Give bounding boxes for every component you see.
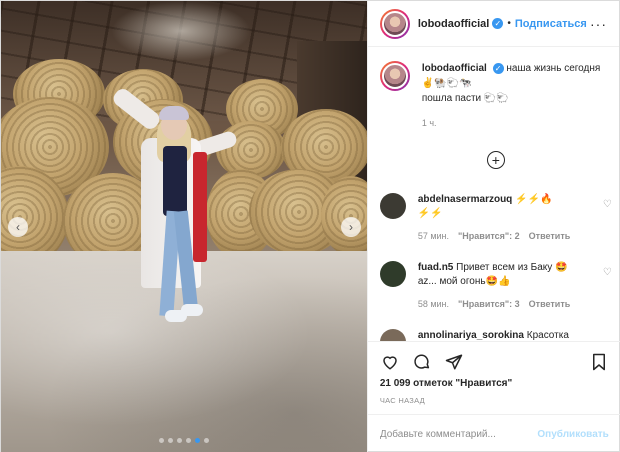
carousel-dot (176, 438, 182, 443)
comment-avatar[interactable] (379, 193, 406, 219)
comment-text: Красотка (526, 330, 569, 341)
separator-dot: • (507, 18, 511, 29)
comment-item: annolinariya_sorokina Красотка (379, 329, 612, 341)
comment-username[interactable]: fuad.n5 (418, 262, 454, 273)
header-username[interactable]: lobodaofficial (418, 18, 490, 30)
carousel-dot (203, 438, 209, 443)
reply-button[interactable]: Ответить (529, 229, 571, 243)
add-comment-bar: Опубликовать (367, 414, 620, 452)
comment-text: Привет всем из Баку 🤩 (456, 262, 568, 273)
instagram-post: ‹ › lobodaofficial ✓ • Подписаться ··· l… (0, 0, 620, 452)
reply-button[interactable]: Ответить (529, 297, 571, 311)
caption-emoji-2: 🐑🐑 (483, 93, 509, 104)
comment-input[interactable] (379, 428, 538, 440)
action-bar (367, 341, 620, 381)
caption-timestamp: 1 ч. (421, 118, 437, 128)
carousel-dot (167, 438, 173, 443)
bookmark-icon[interactable] (589, 352, 609, 372)
comment-text: ⚡⚡🔥 (515, 194, 553, 205)
carousel-dots (1, 438, 367, 443)
post-photo[interactable]: ‹ › (1, 1, 367, 452)
comment-likes[interactable]: "Нравится": 3 (458, 297, 520, 311)
carousel-dot (158, 438, 164, 443)
comment-avatar[interactable] (379, 329, 406, 341)
chevron-right-icon[interactable]: › (341, 217, 361, 237)
follow-button[interactable]: Подписаться (515, 18, 587, 30)
load-more-comments-icon[interactable]: + (486, 151, 505, 169)
comment-time: 57 мин. (417, 231, 450, 241)
comment-time: 58 мин. (417, 299, 450, 309)
carousel-dot (185, 438, 191, 443)
avatar[interactable] (379, 8, 410, 39)
heart-icon[interactable]: ♡ (603, 267, 612, 278)
post-timestamp[interactable]: ЧАС НАЗАД (380, 396, 425, 405)
publish-button[interactable]: Опубликовать (537, 429, 608, 440)
verified-badge-icon: ✓ (492, 18, 504, 29)
comment-username[interactable]: abdelnasermarzouq (418, 194, 512, 205)
chevron-left-icon[interactable]: ‹ (8, 217, 28, 237)
carousel-dot-active (194, 438, 200, 443)
share-icon[interactable] (444, 352, 464, 372)
comment-text-line2: az... мой огонь🤩👍 (417, 276, 511, 287)
comment-likes[interactable]: "Нравится": 2 (458, 229, 520, 243)
caption-emoji: ✌🐏🐑🐄 (421, 78, 472, 89)
heart-icon[interactable] (380, 352, 400, 372)
comment-text-line2: ⚡⚡ (417, 208, 443, 219)
post-caption: lobodaofficial ✓ наша жизнь сегодня ✌🐏🐑🐄… (368, 47, 619, 131)
comment-icon[interactable] (412, 352, 432, 372)
woman-figure (101, 85, 241, 336)
caption-text: наша жизнь сегодня (506, 63, 601, 74)
comment-item: abdelnasermarzouq ⚡⚡🔥 ⚡⚡ 57 мин. "Нравит… (379, 193, 612, 243)
comment-username[interactable]: annolinariya_sorokina (418, 330, 524, 341)
likes-count[interactable]: 21 099 отметок "Нравится" (380, 378, 512, 389)
more-options-icon[interactable]: ··· (590, 16, 607, 32)
comment-item: fuad.n5 Привет всем из Баку 🤩 az... мой … (379, 261, 612, 311)
post-header: lobodaofficial ✓ • Подписаться ··· (367, 1, 619, 47)
caption-text-2: пошла пасти (421, 93, 482, 104)
post-sidebar: lobodaofficial ✓ • Подписаться ··· lobod… (366, 1, 620, 452)
caption-username[interactable]: lobodaofficial (422, 63, 487, 74)
verified-badge-icon: ✓ (492, 63, 504, 74)
heart-icon[interactable]: ♡ (603, 199, 612, 210)
comment-avatar[interactable] (379, 261, 406, 287)
caption-avatar[interactable] (379, 61, 410, 91)
